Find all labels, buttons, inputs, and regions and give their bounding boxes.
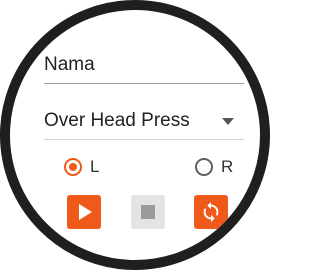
side-right-radio[interactable]: R <box>195 156 233 178</box>
screen: Nama Over Head Press L R <box>0 0 270 272</box>
sync-button[interactable] <box>194 195 228 229</box>
stop-button[interactable] <box>131 195 165 229</box>
play-button[interactable] <box>67 195 101 229</box>
side-right-label: R <box>221 157 234 176</box>
watch-face: Nama Over Head Press L R <box>0 0 270 270</box>
side-left-label: L <box>90 157 100 176</box>
radio-unchecked-icon <box>195 158 213 176</box>
radio-checked-icon <box>64 158 82 176</box>
stop-icon <box>141 205 155 219</box>
side-left-radio[interactable]: L <box>64 156 99 178</box>
exercise-dropdown-value: Over Head Press <box>44 110 190 131</box>
sync-icon <box>203 201 219 223</box>
name-input[interactable]: Nama <box>44 48 244 84</box>
name-input-value: Nama <box>44 54 95 75</box>
play-icon <box>79 204 92 220</box>
chevron-down-icon <box>222 118 234 125</box>
exercise-dropdown[interactable]: Over Head Press <box>44 102 244 140</box>
